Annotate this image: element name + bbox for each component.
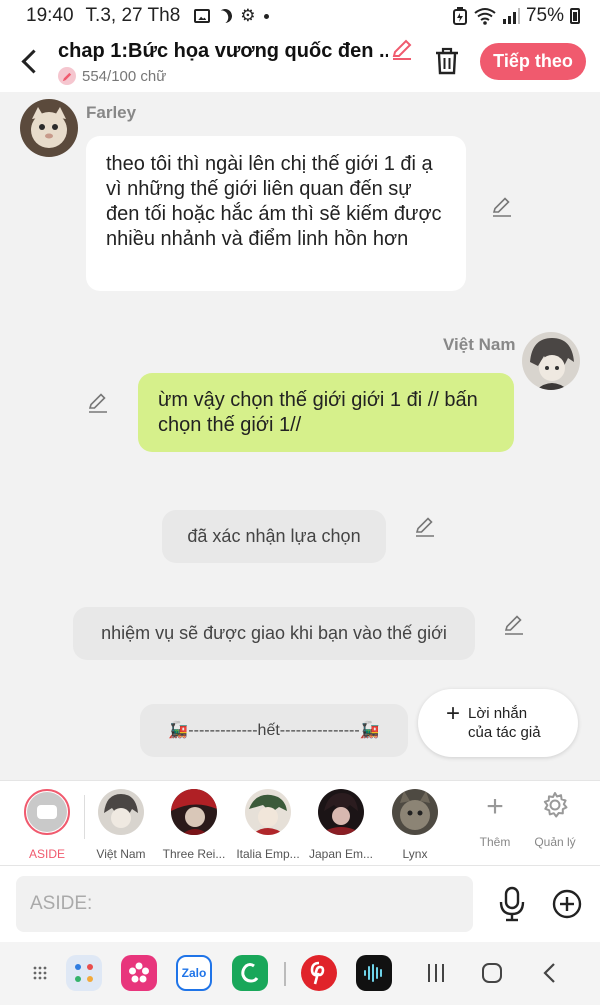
message-bubble-left[interactable]: theo tôi thì ngài lên chị thế giới 1 đi … bbox=[86, 136, 466, 291]
character-label: Việt Nam bbox=[96, 847, 146, 861]
next-button[interactable]: Tiếp theo bbox=[480, 43, 586, 80]
home-icon[interactable] bbox=[480, 960, 504, 986]
character-bar: ASIDE Việt Nam Three Rei... Italia Emp..… bbox=[0, 780, 600, 866]
add-circle-icon[interactable] bbox=[551, 888, 583, 920]
edit-title-icon[interactable] bbox=[390, 38, 414, 62]
wifi-icon bbox=[474, 8, 496, 25]
battery-saver-icon bbox=[452, 7, 467, 25]
message-input[interactable] bbox=[16, 876, 473, 932]
flower-app-icon[interactable] bbox=[121, 955, 157, 991]
character-italia-emp[interactable]: Italia Emp... bbox=[227, 789, 309, 861]
plus-icon: + bbox=[486, 790, 504, 823]
edit-message-icon[interactable] bbox=[87, 392, 109, 414]
recents-icon[interactable] bbox=[424, 960, 448, 986]
character-japan-em[interactable]: Japan Em... bbox=[300, 789, 382, 861]
chapter-header: chap 1:Bức họa vương quốc đen ... 554/10… bbox=[0, 32, 600, 92]
manage-button[interactable]: Quản lý bbox=[525, 791, 585, 849]
avatar bbox=[245, 789, 291, 835]
edit-message-icon[interactable] bbox=[503, 614, 525, 636]
back-icon[interactable] bbox=[16, 46, 44, 76]
battery-icon bbox=[570, 8, 580, 24]
voice-recorder-icon[interactable] bbox=[356, 955, 392, 991]
avatar-viet-nam[interactable] bbox=[522, 332, 580, 390]
character-aside[interactable]: ASIDE bbox=[6, 789, 88, 861]
status-date: T.3, 27 Th8 bbox=[85, 5, 181, 26]
character-label: Italia Emp... bbox=[236, 847, 300, 861]
pencil-icon bbox=[58, 67, 76, 85]
add-character-button[interactable]: + Thêm bbox=[465, 790, 525, 850]
narration-bubble[interactable]: 🚂-------------hết---------------🚂 bbox=[140, 704, 408, 757]
author-note-button[interactable]: + Lời nhắn của tác giả bbox=[418, 689, 578, 757]
nav-back-icon[interactable] bbox=[538, 960, 562, 986]
system-nav-bar: Zalo bbox=[0, 942, 600, 1005]
gear-icon bbox=[525, 791, 585, 823]
gallery-icon bbox=[194, 9, 211, 23]
character-label: ASIDE bbox=[28, 847, 65, 861]
edit-message-icon[interactable] bbox=[491, 196, 513, 218]
message-bubble-right[interactable]: ừm vậy chọn thế giới giới 1 đi // bấn ch… bbox=[138, 373, 514, 452]
author-note-label: Lời nhắn của tác giả bbox=[468, 705, 541, 741]
dock-divider bbox=[284, 962, 286, 986]
status-time: 19:40 bbox=[26, 5, 74, 26]
notification-dot-icon bbox=[263, 13, 269, 19]
character-lynx[interactable]: Lynx bbox=[374, 789, 456, 861]
zalo-icon[interactable]: Zalo bbox=[176, 955, 212, 991]
edit-message-icon[interactable] bbox=[414, 516, 436, 538]
sender-name: Farley bbox=[86, 103, 137, 122]
do-not-disturb-icon bbox=[216, 7, 234, 25]
avatar bbox=[98, 789, 144, 835]
sender-name: Việt Nam bbox=[443, 335, 516, 354]
status-bar: 19:40 T.3, 27 Th8 ⚙ 75% bbox=[0, 0, 600, 32]
plus-icon: + bbox=[446, 700, 461, 727]
avatar bbox=[171, 789, 217, 835]
chapter-title[interactable]: chap 1:Bức họa vương quốc đen ... bbox=[58, 40, 388, 63]
input-row bbox=[0, 866, 600, 942]
character-label: Japan Em... bbox=[308, 847, 374, 861]
add-label: Thêm bbox=[479, 835, 511, 849]
word-count-text: 554/100 chữ bbox=[82, 67, 167, 85]
settings-icon: ⚙ bbox=[240, 6, 256, 25]
pinterest-icon[interactable] bbox=[301, 955, 337, 991]
manage-label: Quản lý bbox=[534, 835, 576, 849]
microphone-icon[interactable] bbox=[496, 886, 528, 922]
phone-app-icon[interactable] bbox=[232, 955, 268, 991]
chat-area[interactable]: Farley theo tôi thì ngài lên chị thế giớ… bbox=[0, 92, 600, 780]
narration-bubble[interactable]: nhiệm vụ sẽ được giao khi bạn vào thế gi… bbox=[73, 607, 475, 660]
app-drawer-icon[interactable] bbox=[30, 960, 50, 986]
character-label: Lynx bbox=[402, 847, 428, 861]
battery-percent: 75% bbox=[525, 5, 564, 26]
avatar bbox=[392, 789, 438, 835]
avatar bbox=[318, 789, 364, 835]
narration-bubble[interactable]: đã xác nhận lựa chọn bbox=[162, 510, 386, 563]
aside-icon bbox=[24, 789, 70, 835]
signal-icon bbox=[502, 8, 520, 24]
word-count: 554/100 chữ bbox=[58, 67, 166, 85]
character-three-rei[interactable]: Three Rei... bbox=[153, 789, 235, 861]
app-folder-icon[interactable] bbox=[66, 955, 102, 991]
character-viet-nam[interactable]: Việt Nam bbox=[80, 789, 162, 861]
trash-icon[interactable] bbox=[432, 46, 462, 76]
character-label: Three Rei... bbox=[162, 847, 226, 861]
avatar-farley[interactable] bbox=[20, 99, 78, 157]
